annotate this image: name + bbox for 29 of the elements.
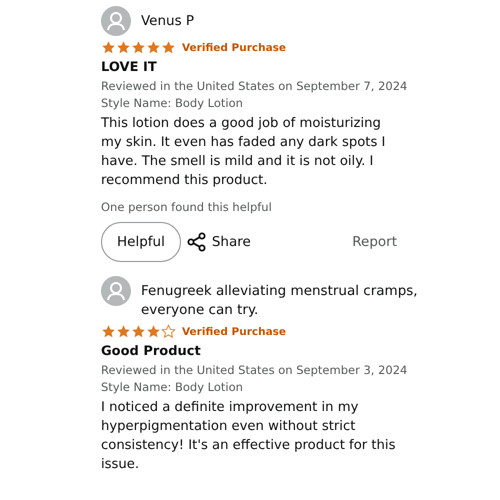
- review-title: Good Product: [101, 344, 202, 359]
- review-date: Reviewed in the United States on September 7, 2024: [101, 79, 408, 93]
- style-name: Style Name: Body Lotion: [101, 96, 244, 110]
- star-icon: [116, 324, 131, 339]
- verified-purchase-label: Verified Purchase: [182, 326, 286, 338]
- reviewer-name: Fenugreek alleviating menstrual cramps, everyone can try.: [141, 282, 419, 320]
- reviewer-name: Venus P: [141, 12, 194, 31]
- report-link[interactable]: Report: [352, 234, 397, 250]
- star-icon: [146, 324, 161, 339]
- review-date: Reviewed in the United States on September 3, 2024: [101, 363, 408, 377]
- star-icon: [146, 40, 161, 55]
- star-icon: [131, 324, 146, 339]
- avatar-icon: [101, 276, 131, 306]
- star-icon: [161, 40, 176, 55]
- review-title: LOVE IT: [101, 60, 158, 75]
- helpful-count: One person found this helpful: [101, 200, 273, 214]
- review-text: This lotion does a good job of moisturizing my skin. It even has faded any dark spots I have. The smell is mild and it is not oily. I recommend this product.: [101, 115, 386, 190]
- star-icon: [116, 40, 131, 55]
- star-icon: [101, 324, 116, 339]
- verified-purchase-label: Verified Purchase: [182, 42, 286, 54]
- review-text: I noticed a definite improvement in my hyperpigmentation even without strict consistency! It's an effective product for this issue.: [101, 399, 396, 474]
- avatar-icon: [101, 6, 131, 36]
- star-icon: [101, 40, 116, 55]
- style-name: Style Name: Body Lotion: [101, 380, 244, 394]
- helpful-button[interactable]: Helpful: [101, 222, 181, 262]
- share-button[interactable]: Share: [186, 232, 251, 252]
- star-icon: [161, 324, 176, 339]
- star-icon: [131, 40, 146, 55]
- share-icon: [186, 232, 207, 252]
